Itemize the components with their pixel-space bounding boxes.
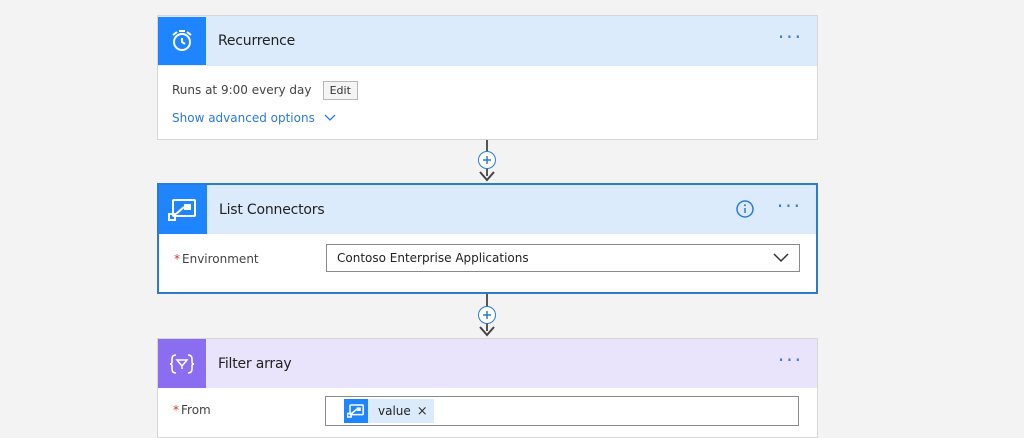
plus-icon [483, 156, 491, 164]
arrow-down-icon [479, 171, 495, 182]
plus-icon [483, 311, 491, 319]
required-marker: * [173, 403, 179, 417]
filter-array-header[interactable]: Filter array ··· [158, 339, 817, 388]
token-remove-button[interactable]: × [417, 404, 428, 419]
alarm-clock-icon [172, 30, 192, 51]
filter-array-more-button[interactable]: ··· [778, 350, 803, 370]
from-label-text: From [181, 403, 211, 417]
list-connectors-header[interactable]: List Connectors ··· [159, 185, 816, 234]
schedule-row: Runs at 9:00 every day Edit [172, 79, 358, 100]
edit-button[interactable]: Edit [322, 81, 358, 100]
filter-array-card[interactable]: Filter array ··· * From value × [157, 338, 818, 438]
list-connectors-tile [159, 185, 207, 234]
list-connectors-more-button[interactable]: ··· [777, 196, 802, 216]
add-step-button[interactable] [478, 306, 496, 324]
advanced-options-link[interactable]: Show advanced options [172, 107, 336, 126]
filter-array-tile [158, 339, 206, 388]
advanced-options-label: Show advanced options [172, 111, 315, 125]
connector-icon [168, 198, 196, 221]
environment-label-text: Environment [182, 252, 259, 266]
info-icon[interactable] [736, 200, 754, 218]
environment-value: Contoso Enterprise Applications [337, 251, 529, 265]
filter-icon [169, 353, 195, 374]
environment-label: * Environment [174, 252, 259, 266]
value-token[interactable]: value × [344, 399, 434, 423]
filter-array-title: Filter array [218, 355, 292, 372]
chevron-down-icon [773, 253, 789, 263]
token-tile [344, 399, 368, 423]
arrow-down-icon [479, 326, 495, 337]
recurrence-card[interactable]: Recurrence ··· Runs at 9:00 every day Ed… [157, 15, 818, 140]
recurrence-header[interactable]: Recurrence ··· [158, 16, 817, 66]
from-label: * From [173, 403, 211, 417]
token-label: value [378, 404, 411, 418]
chevron-down-icon [324, 114, 336, 121]
schedule-text: Runs at 9:00 every day [172, 83, 312, 97]
add-step-button[interactable] [478, 151, 496, 169]
list-connectors-card[interactable]: List Connectors ··· * Environment Contoso… [157, 183, 818, 294]
recurrence-title: Recurrence [218, 33, 296, 49]
connector-icon [347, 404, 364, 418]
required-marker: * [174, 252, 180, 266]
recurrence-more-button[interactable]: ··· [778, 27, 803, 47]
from-input[interactable]: value × [325, 396, 799, 426]
recurrence-tile [158, 17, 206, 65]
list-connectors-title: List Connectors [219, 201, 325, 218]
environment-select[interactable]: Contoso Enterprise Applications [326, 244, 800, 272]
